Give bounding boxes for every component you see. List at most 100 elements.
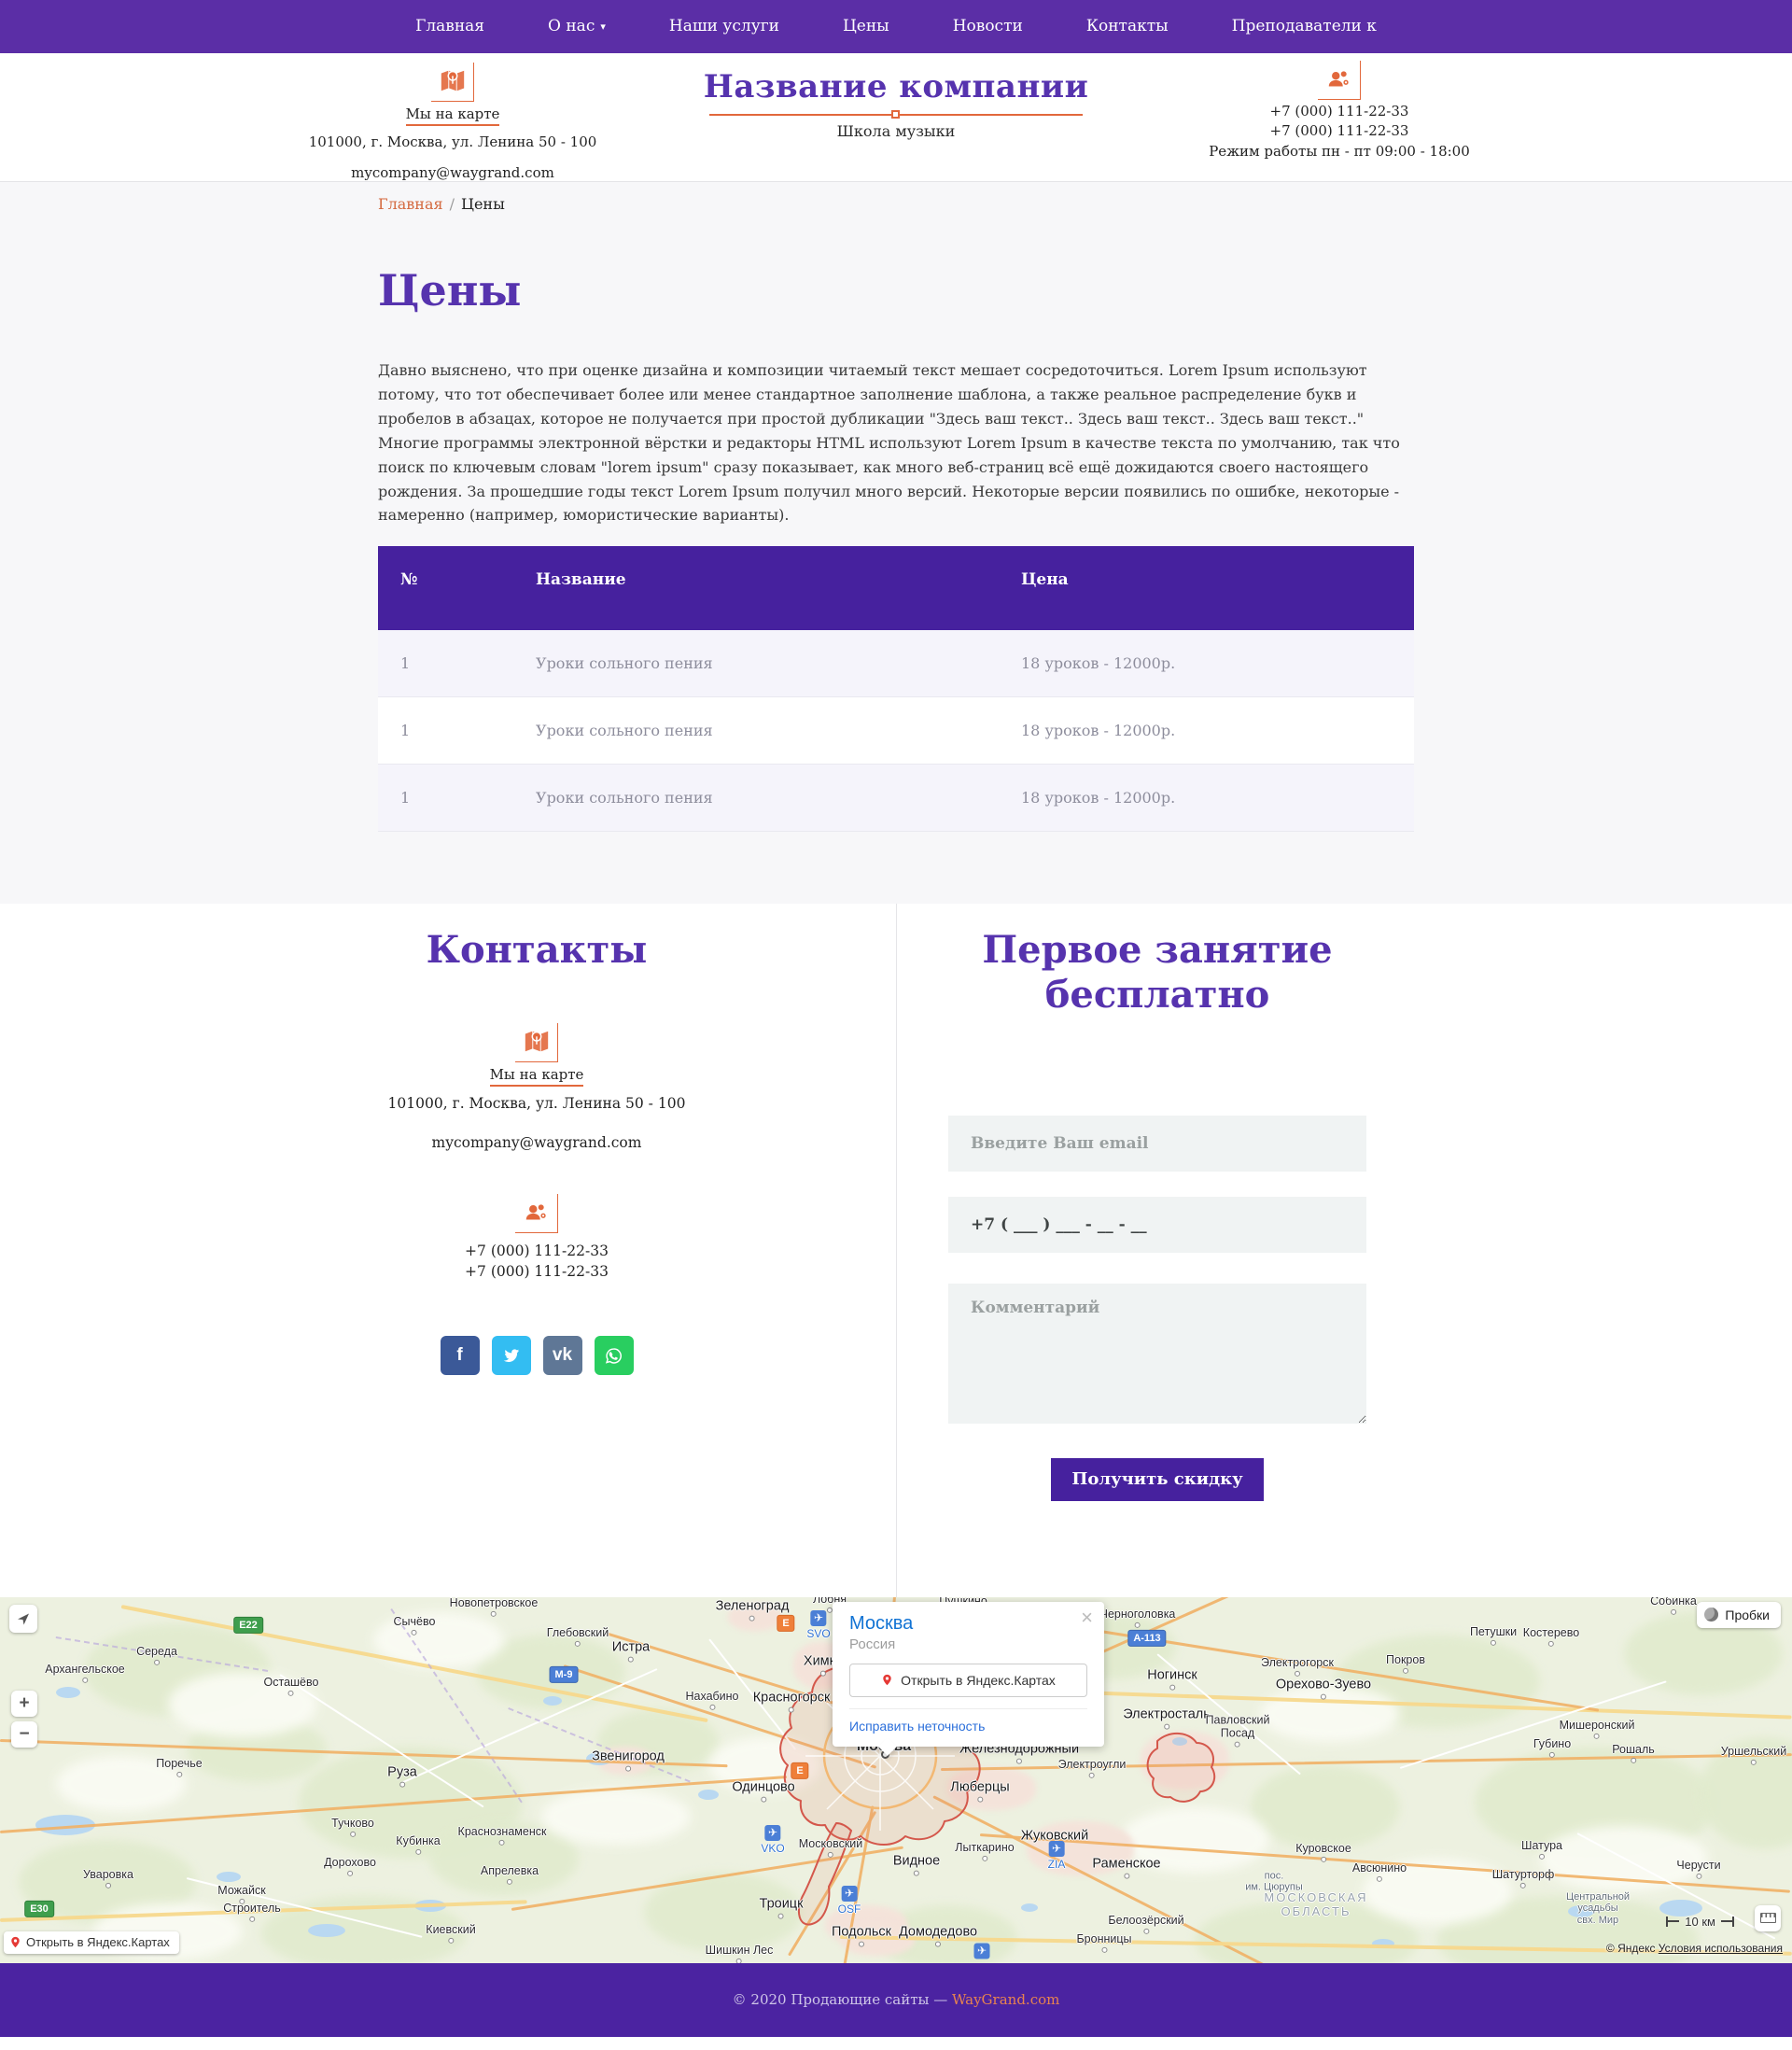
contacts-email: mycompany@waygrand.com (378, 1134, 695, 1151)
breadcrumb-home-link[interactable]: Главная (378, 195, 443, 213)
map-label: Шишкин Лес (706, 1944, 774, 1963)
header-contacts-left: Мы на карте 101000, г. Москва, ул. Ленин… (299, 53, 607, 181)
map-label: Черусти (1676, 1859, 1720, 1879)
pin-icon (9, 1934, 21, 1950)
nav-item[interactable]: Преподаватели к (1200, 0, 1408, 53)
map-label: Орехово-Зуево (1276, 1677, 1371, 1700)
map-label: Авсюнино (1352, 1861, 1407, 1882)
map-label: Куровское (1295, 1842, 1351, 1862)
wpatch-shape (541, 1789, 691, 1845)
table-row: 1Уроки сольного пения18 уроков - 12000р. (378, 697, 1414, 765)
map-label: Середа (136, 1645, 177, 1665)
map-label: пос. им. Цюрупы (1245, 1870, 1303, 1893)
map-label: Шатурторф (1492, 1868, 1555, 1889)
header-address: 101000, г. Москва, ул. Ленина 50 - 100 (299, 133, 607, 150)
map-label: Собинка (1650, 1597, 1697, 1615)
vk-icon[interactable]: vk (543, 1336, 582, 1375)
price-table-header: №НазваниеЦена (378, 546, 1414, 630)
site-header: Мы на карте 101000, г. Москва, ул. Ленин… (0, 53, 1792, 182)
nav-item[interactable]: О нас▾ (516, 0, 637, 53)
breadcrumb-separator: / (450, 195, 455, 213)
close-icon[interactable]: × (1081, 1608, 1093, 1628)
column-header: Название (513, 546, 999, 630)
open-in-yandex-maps-button[interactable]: Открыть в Яндекс.Картах (849, 1664, 1087, 1697)
facebook-icon[interactable]: f (441, 1336, 480, 1375)
map-label: Сычёво (394, 1615, 436, 1636)
column-header: № (378, 546, 513, 630)
comment-field[interactable] (948, 1284, 1366, 1424)
map-label: Костерево (1523, 1626, 1579, 1647)
map-label: Домодедово (899, 1924, 977, 1947)
waygrand-link[interactable]: WayGrand.com (952, 1991, 1059, 2008)
map-label: Черноголовка (1100, 1608, 1176, 1628)
map-label: Осташёво (264, 1676, 319, 1696)
lake-shape (308, 1924, 345, 1937)
phone-field[interactable] (948, 1197, 1366, 1253)
header-phone-2: +7 (000) 111-22-33 (1185, 122, 1493, 139)
terms-link[interactable]: Условия использования (1659, 1942, 1783, 1955)
map-label: Одинцово (732, 1779, 794, 1803)
nav-item[interactable]: Главная (384, 0, 516, 53)
ruler-button[interactable] (1755, 1905, 1781, 1931)
road-badge: А-113 (1127, 1630, 1166, 1647)
work-hours: Режим работы пн - пт 09:00 - 18:00 (1185, 143, 1493, 160)
road-badge: Е30 (24, 1901, 54, 1917)
contacts-phone-1: +7 (000) 111-22-33 (378, 1241, 695, 1261)
footer-text: © 2020 Продающие сайты — (733, 1991, 948, 2008)
open-yandex-maps-badge[interactable]: Открыть в Яндекс.Картах (4, 1931, 179, 1954)
map-label: Раменское (1092, 1856, 1160, 1879)
nav-item[interactable]: Контакты (1055, 0, 1200, 53)
email-field[interactable] (948, 1116, 1366, 1172)
map-label: Уршельский (1721, 1745, 1786, 1765)
discount-form: Получить скидку (948, 1116, 1366, 1501)
map-label: Мишеронский (1560, 1719, 1635, 1739)
map-link[interactable]: Мы на карте (490, 1066, 584, 1087)
header-brand: Название компании Школа музыки (607, 53, 1185, 181)
map-link[interactable]: Мы на карте (406, 105, 500, 126)
map-label: Звенигород (592, 1748, 665, 1772)
nav-item[interactable]: Новости (921, 0, 1055, 53)
geolocation-button[interactable] (9, 1605, 37, 1633)
map-label: Губино (1533, 1737, 1571, 1758)
pin-icon (881, 1672, 893, 1688)
yandex-map[interactable]: Москва Россия Открыть в Яндекс.Картах Ис… (0, 1597, 1792, 1963)
popup-city[interactable]: Москва (849, 1613, 1087, 1635)
airport-icon: ✈OSF (838, 1886, 861, 1916)
map-label: Центральной усадьбы свх. Мир (1566, 1891, 1630, 1927)
nav-item[interactable]: Цены (811, 0, 921, 53)
fix-inaccuracy-link[interactable]: Исправить неточность (849, 1719, 985, 1734)
header-phone-1: +7 (000) 111-22-33 (1185, 103, 1493, 119)
map-label: Глебовский (547, 1626, 609, 1647)
map-label: Истра (612, 1639, 650, 1663)
lake-shape (56, 1687, 80, 1698)
intro-text: Давно выяснено, что при оценке дизайна и… (378, 358, 1414, 527)
zoom-in-button[interactable]: + (11, 1691, 37, 1717)
lake-shape (543, 1696, 562, 1706)
company-name: Название компании (607, 68, 1185, 105)
map-icon (515, 1023, 558, 1062)
whatsapp-icon[interactable] (595, 1336, 634, 1375)
get-discount-button[interactable]: Получить скидку (1051, 1458, 1264, 1501)
map-label: Краснознаменск (458, 1825, 547, 1846)
column-header: Цена (999, 546, 1414, 630)
table-row: 1Уроки сольного пения18 уроков - 12000р. (378, 765, 1414, 832)
page: ГлавнаяО нас▾Наши услугиЦеныНовостиКонта… (0, 0, 1792, 2037)
map-label: Троицк (760, 1896, 804, 1919)
site-footer: © 2020 Продающие сайты — WayGrand.com (0, 1963, 1792, 2037)
nav-item[interactable]: Наши услуги (637, 0, 811, 53)
support-icon (1318, 61, 1361, 100)
social-links: f vk (378, 1336, 695, 1375)
airport-icon: ✈ZIA (1048, 1841, 1066, 1871)
map-label: Киевский (426, 1923, 475, 1944)
zoom-out-button[interactable]: − (11, 1721, 37, 1748)
traffic-button[interactable]: Пробки (1697, 1602, 1781, 1628)
map-label: Электрогорск (1261, 1656, 1334, 1677)
map-label: Кубинка (396, 1834, 440, 1855)
twitter-icon[interactable] (492, 1336, 531, 1375)
map-label: Рошаль (1612, 1743, 1655, 1763)
airport-icon: ✈ (974, 1943, 990, 1959)
map-label: Дорохово (324, 1856, 376, 1876)
signup-column: Первое занятиебесплатно Получить скидку (948, 928, 1366, 1500)
airport-icon: ✈VKO (761, 1825, 784, 1855)
price-table: №НазваниеЦена 1Уроки сольного пения18 ур… (378, 546, 1414, 832)
